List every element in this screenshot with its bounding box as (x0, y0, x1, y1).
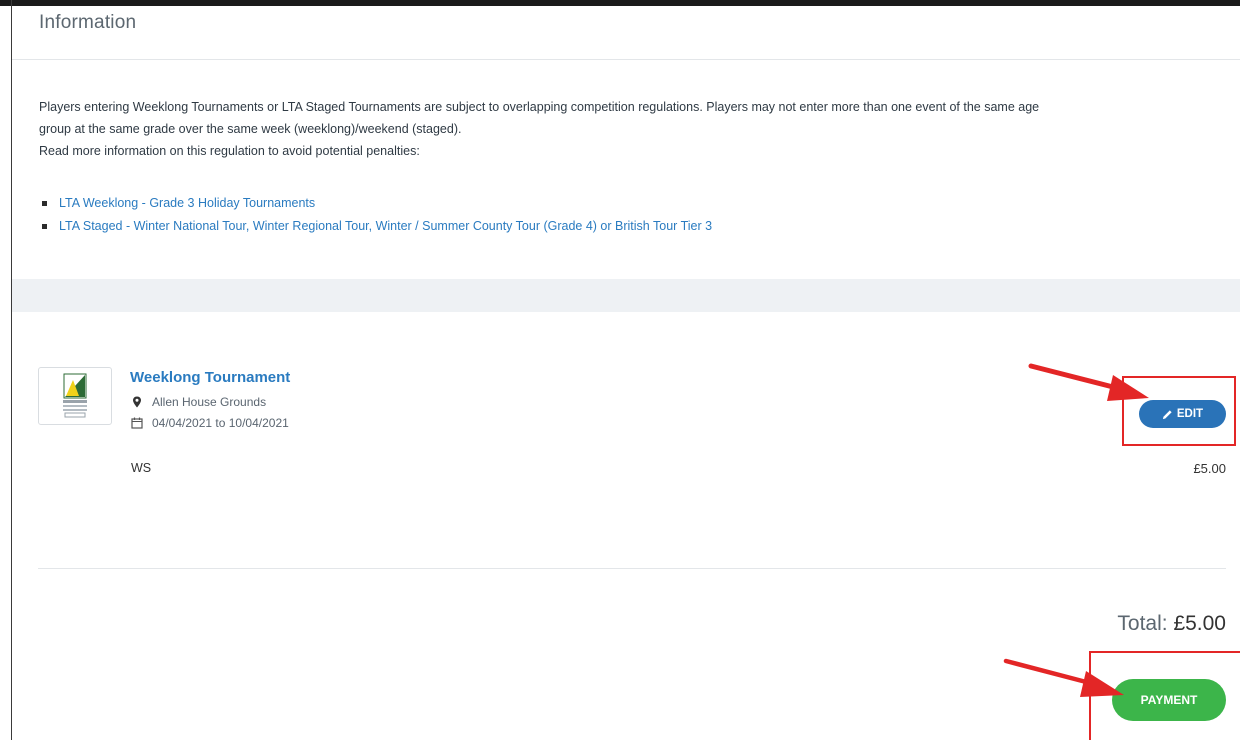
info-line-2: group at the same grade over the same we… (39, 122, 462, 136)
venue-row: Allen House Grounds (131, 395, 266, 409)
dates-row: 04/04/2021 to 10/04/2021 (131, 416, 289, 430)
link-weeklong-grade3[interactable]: LTA Weeklong - Grade 3 Holiday Tournamen… (59, 196, 315, 210)
map-pin-icon (133, 396, 141, 408)
bullet-icon (42, 224, 47, 229)
venue-text: Allen House Grounds (152, 395, 267, 409)
payment-button[interactable]: PAYMENT (1112, 679, 1226, 721)
regulation-links: LTA Weeklong - Grade 3 Holiday Tournamen… (39, 192, 712, 238)
dates-text: 04/04/2021 to 10/04/2021 (152, 416, 289, 430)
divider (38, 568, 1226, 569)
pencil-icon (1162, 409, 1172, 419)
link-staged-tours[interactable]: LTA Staged - Winter National Tour, Winte… (59, 219, 712, 233)
regulation-info: Players entering Weeklong Tournaments or… (39, 96, 1219, 162)
total-row: Total: £5.00 (1117, 612, 1226, 636)
edit-button-label: EDIT (1176, 408, 1204, 420)
bullet-icon (42, 201, 47, 206)
club-logo-icon (38, 367, 112, 425)
event-code: WS (131, 461, 152, 475)
top-border (0, 0, 1240, 6)
list-item: LTA Weeklong - Grade 3 Holiday Tournamen… (39, 192, 712, 215)
calendar-icon (131, 417, 143, 429)
entry-price: £5.00 (1193, 461, 1226, 476)
tournament-name-link[interactable]: Weeklong Tournament (130, 369, 290, 386)
info-line-1: Players entering Weeklong Tournaments or… (39, 100, 1040, 114)
edit-button[interactable]: EDIT (1139, 400, 1226, 428)
total-label: Total: (1117, 612, 1168, 635)
section-band (12, 279, 1240, 312)
section-title: Information (39, 12, 137, 33)
total-value: £5.00 (1173, 612, 1226, 635)
left-border (11, 0, 12, 740)
list-item: LTA Staged - Winter National Tour, Winte… (39, 215, 712, 238)
divider (12, 59, 1240, 60)
info-line-3: Read more information on this regulation… (39, 144, 420, 158)
